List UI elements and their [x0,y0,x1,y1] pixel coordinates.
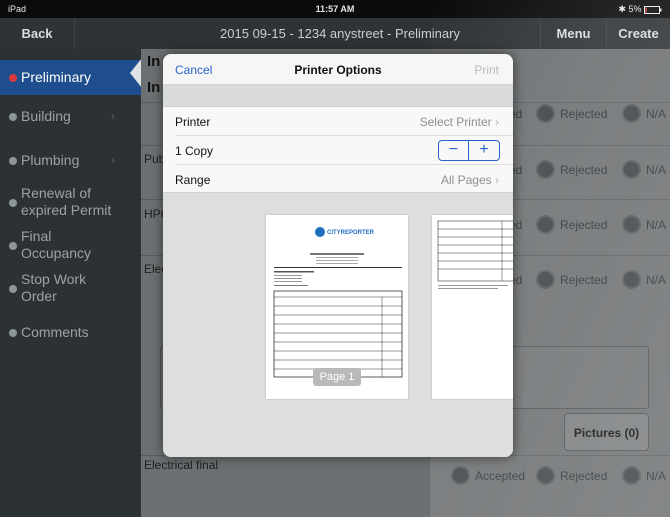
create-button[interactable]: Create [606,18,670,49]
radio-icon [622,160,641,179]
chevron-right-icon: › [495,115,499,129]
sidebar-item-preliminary[interactable]: Preliminary [0,60,141,95]
dialog-header: Cancel Printer Options Print [163,54,513,85]
range-label: Range [175,173,211,187]
radio-icon [451,466,470,485]
section-heading: In [147,53,161,70]
radio-icon [622,104,641,123]
print-options-list: Printer Select Printer › 1 Copy − + Rang… [163,106,513,193]
range-value: All Pages › [440,173,499,187]
printer-row[interactable]: Printer Select Printer › [163,107,513,136]
back-button[interactable]: Back [0,18,75,49]
accepted-radio[interactable]: Accepted [451,466,531,486]
sidebar-item-label: Renewal of [21,185,92,201]
radio-icon [622,215,641,234]
sidebar-item-stop-work[interactable]: Stop Work Order [0,269,141,309]
na-radio[interactable]: N/A [622,160,670,180]
sidebar-item-label: Preliminary [21,69,92,85]
sidebar-item-label-line2: Occupancy [21,245,92,261]
sidebar-item-building[interactable]: Building › [0,105,141,130]
sidebar: Preliminary Building › Plumbing › Renewa… [0,49,141,517]
radio-icon [536,160,555,179]
printer-value: Select Printer › [419,115,499,129]
print-preview[interactable]: CITYREPORTER [163,193,513,457]
menu-button[interactable]: Menu [540,18,606,49]
status-dot [9,329,17,337]
status-dot [9,157,17,165]
rejected-radio[interactable]: Rejected [536,104,616,124]
dialog-title: Printer Options [294,63,382,77]
sidebar-item-label: Plumbing [21,152,80,168]
radio-icon [622,466,641,485]
battery-level: 5% [628,4,642,14]
printer-label: Printer [175,115,211,129]
status-bar: iPad 11:57 AM ✱ 5% [0,0,670,18]
sidebar-item-label: Stop Work [21,271,87,287]
sidebar-item-final-occupancy[interactable]: Final Occupancy [0,226,141,266]
range-row[interactable]: Range All Pages › [163,165,513,194]
status-dot [9,242,17,250]
rejected-radio[interactable]: Rejected [536,466,616,486]
na-radio[interactable]: N/A [622,270,670,290]
row-label-electrical-final: Electrical final [144,458,219,472]
sidebar-item-label-line2: expired Permit [21,202,112,218]
copies-stepper[interactable]: − + [438,140,500,161]
rejected-radio[interactable]: Rejected [536,215,616,235]
status-dot [9,199,17,207]
status-dot [9,74,17,82]
na-radio[interactable]: N/A [622,104,670,124]
na-radio[interactable]: N/A [622,215,670,235]
radio-icon [536,215,555,234]
radio-icon [536,104,555,123]
na-radio[interactable]: N/A [622,466,670,486]
decrement-button[interactable]: − [439,141,469,160]
print-button[interactable]: Print [474,63,499,77]
page-title: 2015 09-15 - 1234 anystreet - Preliminar… [220,26,460,41]
sidebar-item-label: Final [21,228,52,244]
copies-label: 1 Copy [175,144,214,158]
sidebar-item-comments[interactable]: Comments [0,321,141,346]
bluetooth-icon: ✱ [618,4,629,14]
sidebar-item-label: Building [21,108,71,124]
rejected-radio[interactable]: Rejected [536,270,616,290]
status-dot [9,113,17,121]
rejected-radio[interactable]: Rejected [536,160,616,180]
preview-logo: CITYREPORTER [327,230,375,236]
battery-indicator: ✱ 5% [618,4,662,15]
radio-icon [536,466,555,485]
chevron-right-icon: › [495,173,499,187]
sidebar-item-renewal[interactable]: Renewal of expired Permit [0,183,141,223]
copies-row: 1 Copy − + [163,136,513,165]
sidebar-item-label: Comments [21,324,89,340]
status-dot [9,285,17,293]
page-number-badge: Page 1 [313,368,361,386]
section-subheading: In [147,79,161,96]
page-preview-2[interactable] [432,215,513,399]
nav-bar: Back 2015 09-15 - 1234 anystreet - Preli… [0,18,670,49]
printer-options-dialog: Cancel Printer Options Print Printer Sel… [163,54,513,457]
sidebar-item-plumbing[interactable]: Plumbing › [0,149,141,174]
chevron-right-icon: › [111,153,115,167]
chevron-right-icon: › [111,109,115,123]
increment-button[interactable]: + [469,141,499,160]
sidebar-item-label-line2: Order [21,288,57,304]
radio-icon [622,270,641,289]
document-thumbnail [437,220,513,289]
pictures-button[interactable]: Pictures (0) [564,413,649,451]
battery-icon [644,5,662,14]
radio-icon [536,270,555,289]
clock: 11:57 AM [315,4,355,14]
